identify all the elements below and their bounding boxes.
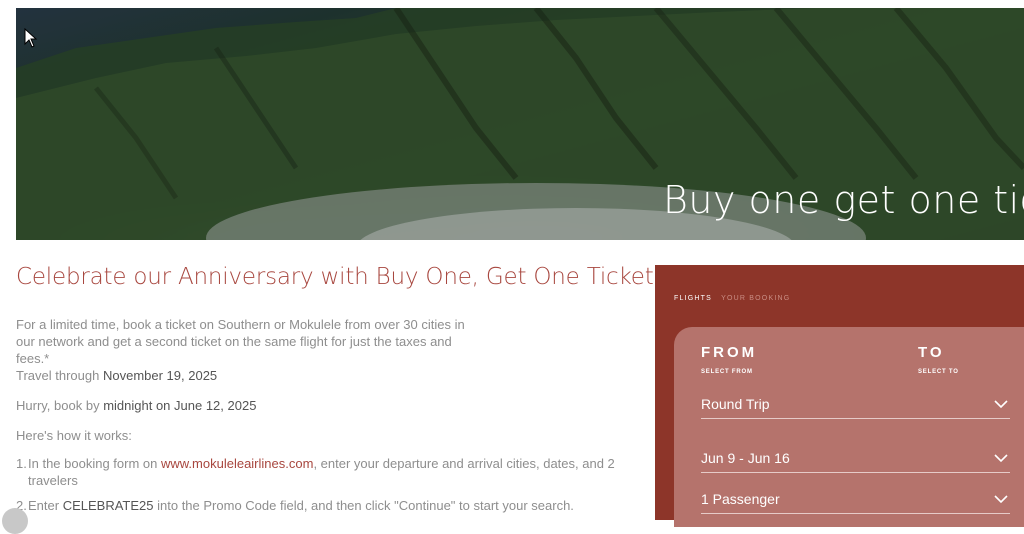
how-it-works-heading: Here's how it works:	[16, 428, 132, 443]
tab-flights[interactable]: FLIGHTS	[674, 295, 712, 302]
travel-prefix: Travel through	[16, 368, 100, 383]
deadline-paragraph: Hurry, book by midnight on June 12, 2025	[16, 397, 616, 414]
booking-form: FROM SELECT FROM TO SELECT TO Round Trip…	[674, 327, 1024, 527]
help-icon[interactable]	[2, 508, 28, 534]
passengers-select[interactable]: 1 Passenger	[701, 491, 1010, 514]
tab-your-booking[interactable]: YOUR BOOKING	[721, 295, 790, 302]
hero-banner: Buy one get one ticke	[16, 8, 1024, 240]
promo-code: CELEBRATE25	[62, 498, 154, 513]
hero-title: Buy one get one ticke	[663, 178, 1024, 222]
deadline-prefix: Hurry, book by	[16, 398, 100, 413]
travel-date: November 19, 2025	[102, 368, 218, 383]
booking-tabs: FLIGHTS YOUR BOOKING	[674, 295, 790, 302]
website-link[interactable]: www.mokuleleairlines.com	[161, 456, 313, 471]
list-item: 1. In the booking form on www.mokuleleai…	[16, 455, 616, 489]
intro-paragraph: For a limited time, book a ticket on Sou…	[16, 316, 466, 384]
to-label[interactable]: TO	[918, 344, 945, 361]
page-headline: Celebrate our Anniversary with Buy One, …	[16, 264, 663, 290]
step-number: 1.	[16, 456, 27, 471]
step-text: Enter	[28, 498, 60, 513]
booking-widget: FLIGHTS YOUR BOOKING FROM SELECT FROM TO…	[655, 265, 1024, 527]
from-label[interactable]: FROM	[701, 344, 757, 361]
deadline-time: midnight on June 12, 2025	[103, 398, 257, 413]
chevron-down-icon	[994, 400, 1008, 409]
to-sublabel: SELECT TO	[918, 369, 959, 375]
trip-type-select[interactable]: Round Trip	[701, 396, 1010, 419]
chevron-down-icon	[994, 495, 1008, 504]
cursor-icon	[24, 28, 38, 48]
chevron-down-icon	[994, 454, 1008, 463]
from-sublabel: SELECT FROM	[701, 369, 753, 375]
step-text: into the Promo Code field, and then clic…	[157, 498, 574, 513]
step-text: In the booking form on	[28, 456, 158, 471]
steps-list: 1. In the booking form on www.mokuleleai…	[16, 455, 616, 522]
intro-text: For a limited time, book a ticket on Sou…	[16, 317, 465, 366]
list-item: 2. Enter CELEBRATE25 into the Promo Code…	[16, 497, 616, 514]
dates-select[interactable]: Jun 9 - Jun 16	[701, 450, 1010, 473]
passengers-value: 1 Passenger	[701, 491, 780, 507]
trip-type-value: Round Trip	[701, 396, 770, 412]
dates-value: Jun 9 - Jun 16	[701, 450, 790, 466]
